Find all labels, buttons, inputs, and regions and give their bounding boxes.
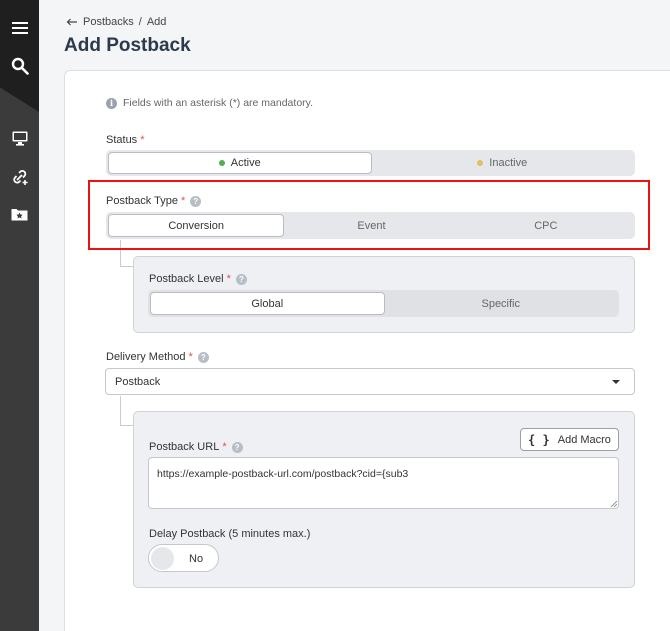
- postback-url-textarea[interactable]: https://example-postback-url.com/postbac…: [148, 457, 619, 509]
- postback-level-option-global[interactable]: Global: [150, 292, 385, 315]
- status-label: Status *: [106, 134, 145, 146]
- status-segmented-control: Active Inactive: [106, 150, 635, 176]
- menu-icon[interactable]: [0, 18, 39, 38]
- postback-level-help-icon[interactable]: ?: [235, 273, 247, 285]
- breadcrumb-separator: /: [138, 16, 142, 28]
- status-option-active[interactable]: Active: [108, 152, 372, 174]
- postback-type-segmented-control: Conversion Event CPC: [106, 212, 635, 239]
- delay-postback-toggle[interactable]: No: [148, 544, 219, 572]
- postback-type-option-conversion[interactable]: Conversion: [108, 214, 285, 237]
- back-arrow-icon[interactable]: [66, 18, 78, 26]
- braces-icon: { }: [528, 432, 550, 447]
- toggle-knob: [151, 547, 174, 570]
- search-icon[interactable]: [0, 55, 39, 77]
- delivery-method-select[interactable]: Postback: [105, 368, 635, 395]
- delay-postback-label: Delay Postback (5 minutes max.): [149, 528, 311, 540]
- chevron-down-icon: [612, 380, 620, 384]
- delivery-method-help-icon[interactable]: ?: [197, 351, 209, 363]
- breadcrumb: Postbacks / Add: [66, 16, 166, 28]
- breadcrumb-current: Add: [146, 16, 167, 28]
- postback-type-option-event[interactable]: Event: [284, 214, 458, 237]
- delivery-method-label: Delivery Method * ?: [106, 351, 209, 363]
- postback-url-label: Postback URL * ?: [149, 441, 243, 453]
- postback-type-label: Postback Type * ?: [106, 195, 202, 207]
- folder-star-icon[interactable]: [0, 204, 39, 224]
- inactive-dot-icon: [477, 160, 484, 166]
- page-title: Add Postback: [64, 35, 191, 56]
- active-dot-icon: [218, 160, 225, 166]
- mandatory-notice: i Fields with an asterisk (*) are mandat…: [106, 97, 313, 109]
- postback-level-option-specific[interactable]: Specific: [385, 292, 618, 315]
- postback-url-help-icon[interactable]: ?: [231, 441, 243, 453]
- sidebar: [0, 0, 39, 631]
- postback-url-connector: [120, 396, 134, 426]
- postback-level-connector: [120, 240, 134, 267]
- info-icon: i: [106, 97, 117, 109]
- breadcrumb-postbacks-link[interactable]: Postbacks: [83, 16, 134, 28]
- status-option-inactive[interactable]: Inactive: [372, 152, 634, 174]
- mandatory-notice-text: Fields with an asterisk (*) are mandator…: [123, 97, 314, 109]
- postback-type-option-cpc[interactable]: CPC: [459, 214, 633, 237]
- postback-level-segmented-control: Global Specific: [148, 290, 619, 317]
- postback-type-help-icon[interactable]: ?: [190, 195, 202, 207]
- add-macro-button[interactable]: { } Add Macro: [520, 428, 619, 451]
- monitor-icon[interactable]: [0, 128, 39, 148]
- link-add-icon[interactable]: [0, 166, 39, 188]
- postback-level-label: Postback Level * ?: [149, 273, 247, 285]
